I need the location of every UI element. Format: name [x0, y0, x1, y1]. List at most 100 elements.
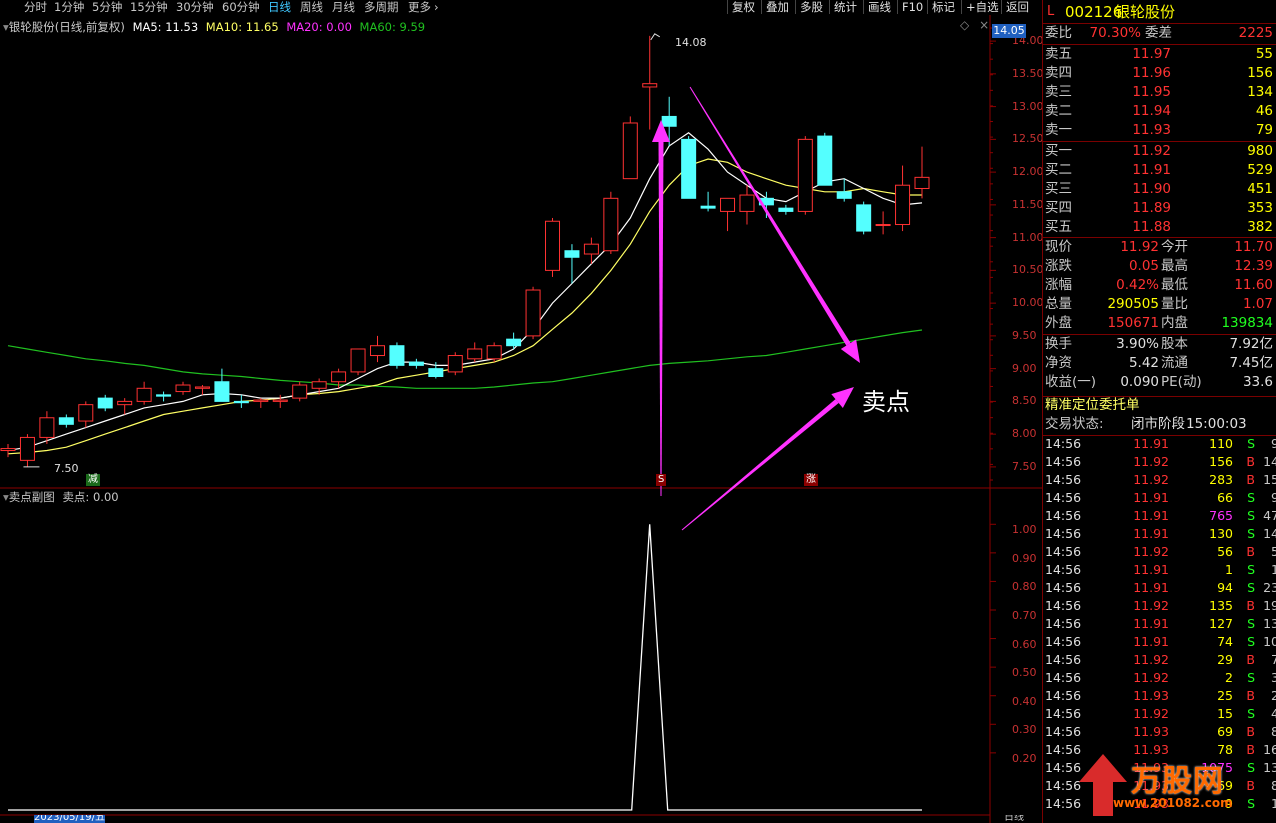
tick-side: S [1247, 706, 1255, 721]
fund-row: 换手 3.90% 股本 7.92亿 [1043, 335, 1276, 354]
ask-label: 卖二 [1045, 103, 1072, 119]
tick-time: 14:56 [1045, 634, 1082, 649]
quote-value: 290505 [1107, 296, 1159, 312]
period-tab[interactable]: 周线 [300, 0, 323, 15]
tick-side: S [1247, 562, 1255, 577]
tick-row: 14:56 11.92 2 S 3 [1043, 670, 1276, 686]
tick-volume: 66 [1217, 490, 1233, 505]
toolbar-button[interactable]: 统计 [829, 0, 861, 14]
ask-price: 11.95 [1132, 84, 1171, 100]
quote-value: 0.42% [1116, 277, 1159, 293]
period-tab[interactable]: 更多 [408, 0, 431, 15]
ma20-value: MA20: 0.00 [286, 20, 352, 34]
toolbar-button[interactable]: F10 [897, 0, 927, 14]
quote-value: 11.60 [1234, 277, 1273, 293]
period-tab[interactable]: 15分钟 [130, 0, 168, 15]
candle [817, 132, 833, 186]
divider [1043, 237, 1276, 238]
toolbar-button[interactable]: 返回 [1001, 0, 1033, 14]
period-tab[interactable]: 分时 [24, 0, 47, 15]
fund-label: 净资 [1045, 355, 1072, 371]
fund-value: 3.90% [1116, 336, 1159, 352]
tick-time: 14:56 [1045, 724, 1082, 739]
period-tab[interactable]: 多周期 [364, 0, 399, 15]
toolbar-button[interactable]: 复权 [727, 0, 759, 14]
tick-time: 14:56 [1045, 652, 1082, 667]
sub-chart-value: 卖点: 0.00 [62, 490, 119, 504]
tick-price: 11.92 [1133, 652, 1169, 667]
period-tab[interactable]: 月线 [332, 0, 355, 15]
tick-price: 11.93 [1133, 724, 1169, 739]
close-icon[interactable]: × [979, 18, 989, 32]
period-tab[interactable]: 60分钟 [222, 0, 260, 15]
ask-label: 卖五 [1045, 46, 1072, 62]
chevron-right-icon[interactable]: › [434, 0, 439, 15]
indicator-tick: 0.80 [1012, 580, 1037, 594]
candle-body [661, 115, 677, 127]
toolbar-button[interactable]: +自选 [961, 0, 1003, 14]
toolbar-button[interactable]: 叠加 [761, 0, 793, 14]
chart-background [0, 15, 1042, 823]
bid-label: 买三 [1045, 181, 1072, 197]
quote-value: 11.70 [1234, 239, 1273, 255]
quote-label: 现价 [1045, 239, 1072, 255]
fund-value: 33.6 [1242, 374, 1273, 390]
diamond-icon[interactable]: ◇ [960, 18, 969, 32]
tick-row: 14:56 11.91 130 S 14 [1043, 526, 1276, 542]
candle [292, 381, 308, 402]
sell-point-label: 卖点 [862, 388, 910, 416]
tick-time: 14:56 [1045, 562, 1082, 577]
fund-row: 净资 5.42 流通 7.45亿 [1043, 354, 1276, 373]
period-tab[interactable]: 5分钟 [92, 0, 122, 15]
tick-side: B [1246, 472, 1255, 487]
ma10-value: MA10: 11.65 [205, 20, 279, 34]
tick-side: S [1247, 580, 1255, 595]
fund-label: PE(动) [1161, 374, 1202, 390]
indicator-tick: 0.50 [1012, 666, 1037, 680]
fund-label: 流通 [1161, 355, 1188, 371]
candle-body [253, 399, 269, 402]
period-tab[interactable]: 30分钟 [176, 0, 214, 15]
tick-time: 14:56 [1045, 472, 1082, 487]
candle-body [0, 448, 16, 452]
candle-body [350, 348, 366, 373]
period-tab[interactable]: 日线 [268, 0, 291, 15]
price-tick: 13.50 [1012, 66, 1044, 80]
quote-label: 外盘 [1045, 315, 1072, 331]
ask-price: 11.97 [1132, 46, 1171, 62]
marker-zhang: 涨 [804, 474, 818, 486]
stock-header: L 002126 银轮股份 [1043, 1, 1276, 23]
candle-body [797, 138, 813, 212]
kline-chart[interactable] [0, 15, 1042, 823]
candle-body [622, 122, 638, 180]
toolbar-button[interactable]: 标记 [927, 0, 959, 14]
quote-value: 1.07 [1242, 296, 1273, 312]
ask-label: 卖一 [1045, 122, 1072, 138]
bid-price: 11.90 [1132, 181, 1171, 197]
ask-volume: 79 [1255, 122, 1273, 138]
tick-volume: 1 [1225, 562, 1233, 577]
divider [1043, 23, 1276, 24]
fund-label: 股本 [1161, 336, 1188, 352]
candle-body [117, 400, 133, 406]
stock-name: 银轮股份 [1115, 3, 1176, 21]
weibi-row: 委比 70.30% 委差 2225 [1043, 24, 1276, 43]
quote-row: 现价 11.92 今开 11.70 [1043, 238, 1276, 257]
toolbar-button[interactable]: 画线 [863, 0, 895, 14]
quote-label: 涨跌 [1045, 258, 1072, 274]
candle [447, 352, 463, 376]
tick-count: 4 [1271, 706, 1276, 721]
tick-time: 14:56 [1045, 598, 1082, 613]
tick-price: 11.92 [1133, 472, 1169, 487]
period-tab[interactable]: 1分钟 [54, 0, 84, 15]
ask-label: 卖三 [1045, 84, 1072, 100]
precise-order[interactable]: 精准定位委托单 [1043, 396, 1276, 415]
candle-body [39, 417, 55, 438]
fund-label: 收益(一) [1045, 374, 1097, 390]
tick-price: 11.91 [1133, 508, 1169, 523]
candle-body [914, 176, 930, 189]
candle-body [875, 224, 891, 227]
tick-row: 14:56 11.92 283 B 15 [1043, 472, 1276, 488]
toolbar-button[interactable]: 多股 [795, 0, 827, 14]
indicator-tick: 0.20 [1012, 751, 1037, 765]
